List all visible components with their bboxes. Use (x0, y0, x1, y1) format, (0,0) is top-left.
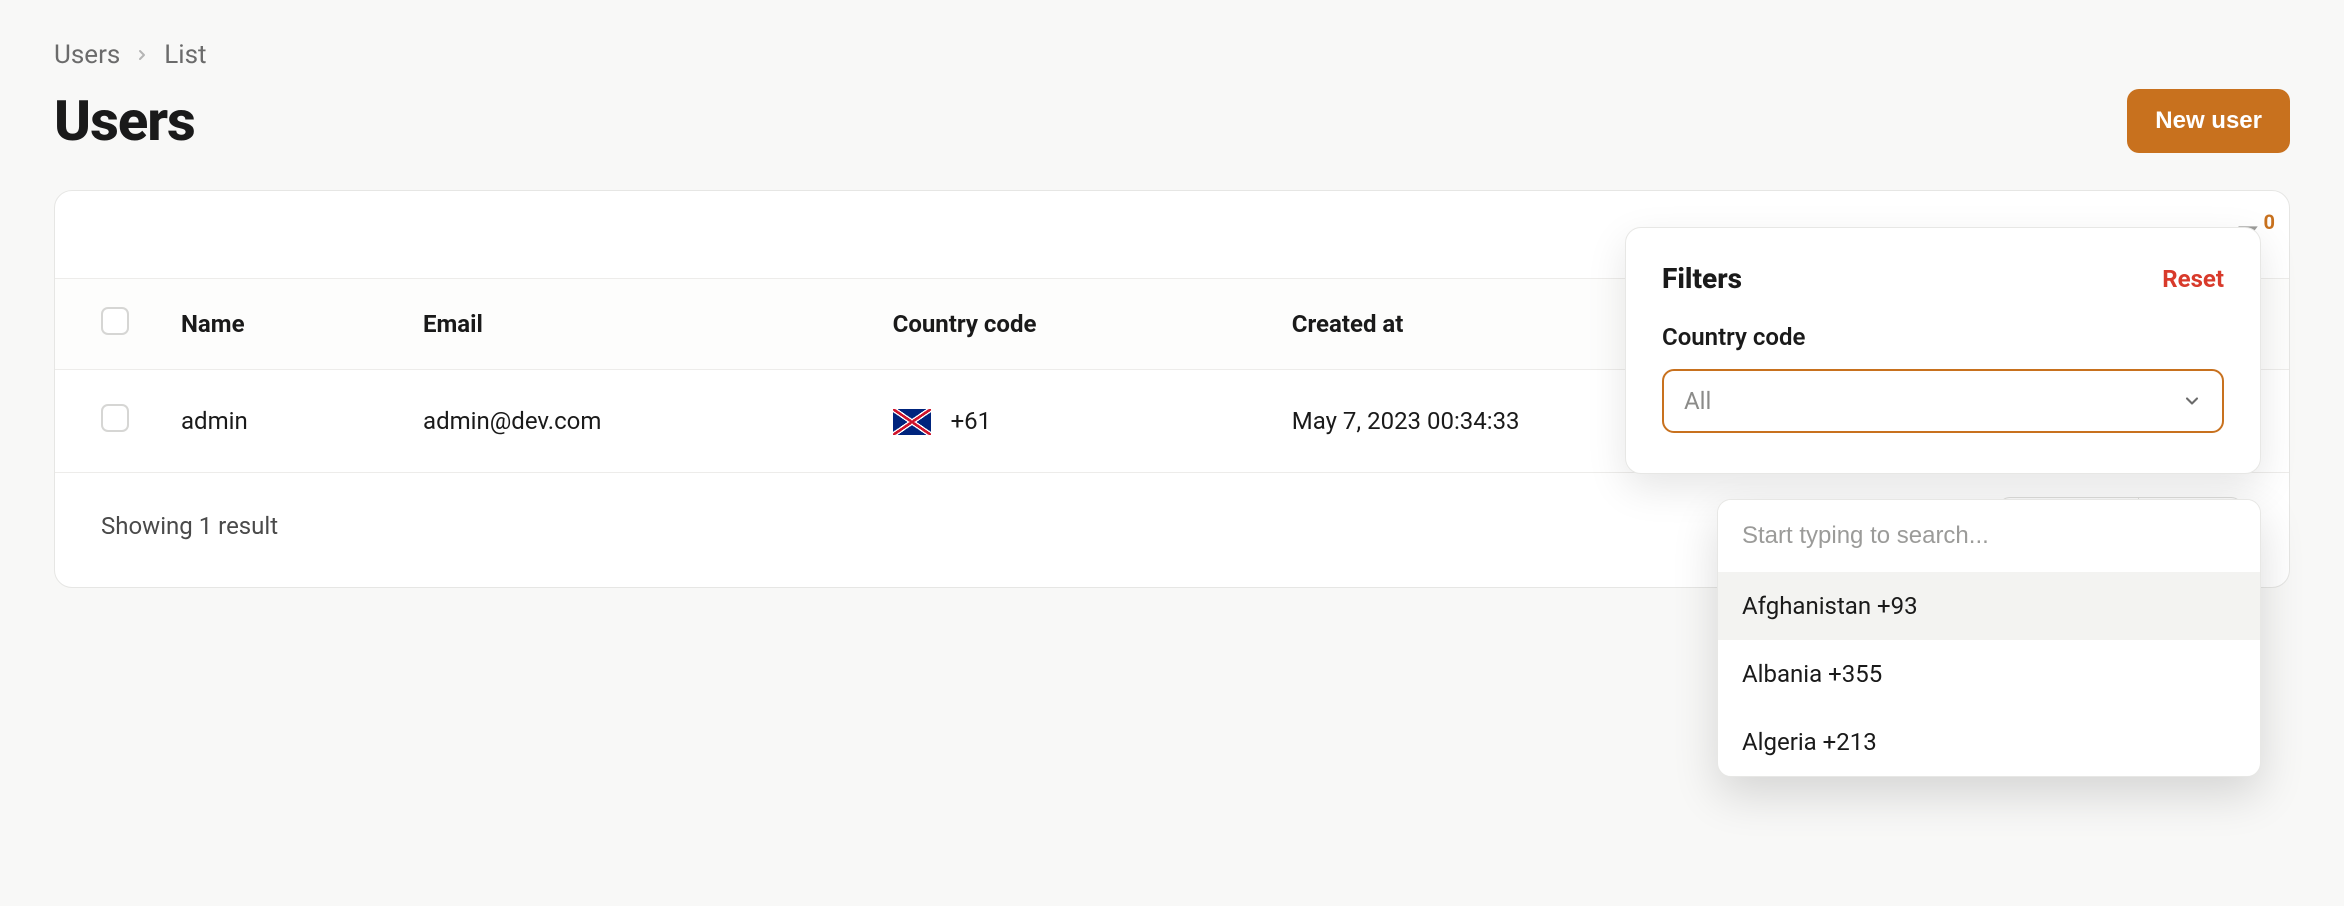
users-card: 0 Name Email Country code Created at Upd… (54, 190, 2290, 588)
filters-title: Filters (1662, 262, 1742, 295)
cell-country-code: +61 (867, 370, 1266, 473)
cell-email: admin@dev.com (397, 370, 867, 473)
breadcrumb-current: List (164, 40, 206, 70)
filter-country-code-select[interactable]: All (1662, 369, 2224, 433)
row-checkbox[interactable] (101, 404, 129, 432)
breadcrumb-root[interactable]: Users (54, 40, 120, 70)
filters-panel: Filters Reset Country code All (1625, 227, 2261, 474)
filter-country-code-value: All (1684, 387, 1711, 415)
country-option[interactable]: Albania +355 (1718, 640, 2260, 708)
country-code-dropdown: Afghanistan +93 Albania +355 Algeria +21… (1717, 499, 2261, 777)
chevron-down-icon (2182, 391, 2202, 411)
filter-country-code-label: Country code (1662, 323, 2224, 351)
filters-reset-button[interactable]: Reset (2162, 265, 2224, 293)
column-header-country-code[interactable]: Country code (867, 279, 1266, 370)
filter-count-badge: 0 (2264, 210, 2275, 234)
new-user-button[interactable]: New user (2127, 89, 2290, 153)
country-code-text: +61 (951, 407, 992, 435)
column-header-name[interactable]: Name (155, 279, 397, 370)
country-option[interactable]: Afghanistan +93 (1718, 572, 2260, 640)
cell-name: admin (155, 370, 397, 473)
breadcrumb: Users List (54, 40, 2290, 70)
country-option[interactable]: Algeria +213 (1718, 708, 2260, 776)
chevron-right-icon (134, 47, 150, 63)
country-search-input[interactable] (1718, 500, 2260, 572)
flag-icon (893, 409, 931, 435)
select-all-checkbox[interactable] (101, 307, 129, 335)
column-header-email[interactable]: Email (397, 279, 867, 370)
results-count: Showing 1 result (101, 512, 278, 540)
page-title: Users (54, 88, 195, 154)
